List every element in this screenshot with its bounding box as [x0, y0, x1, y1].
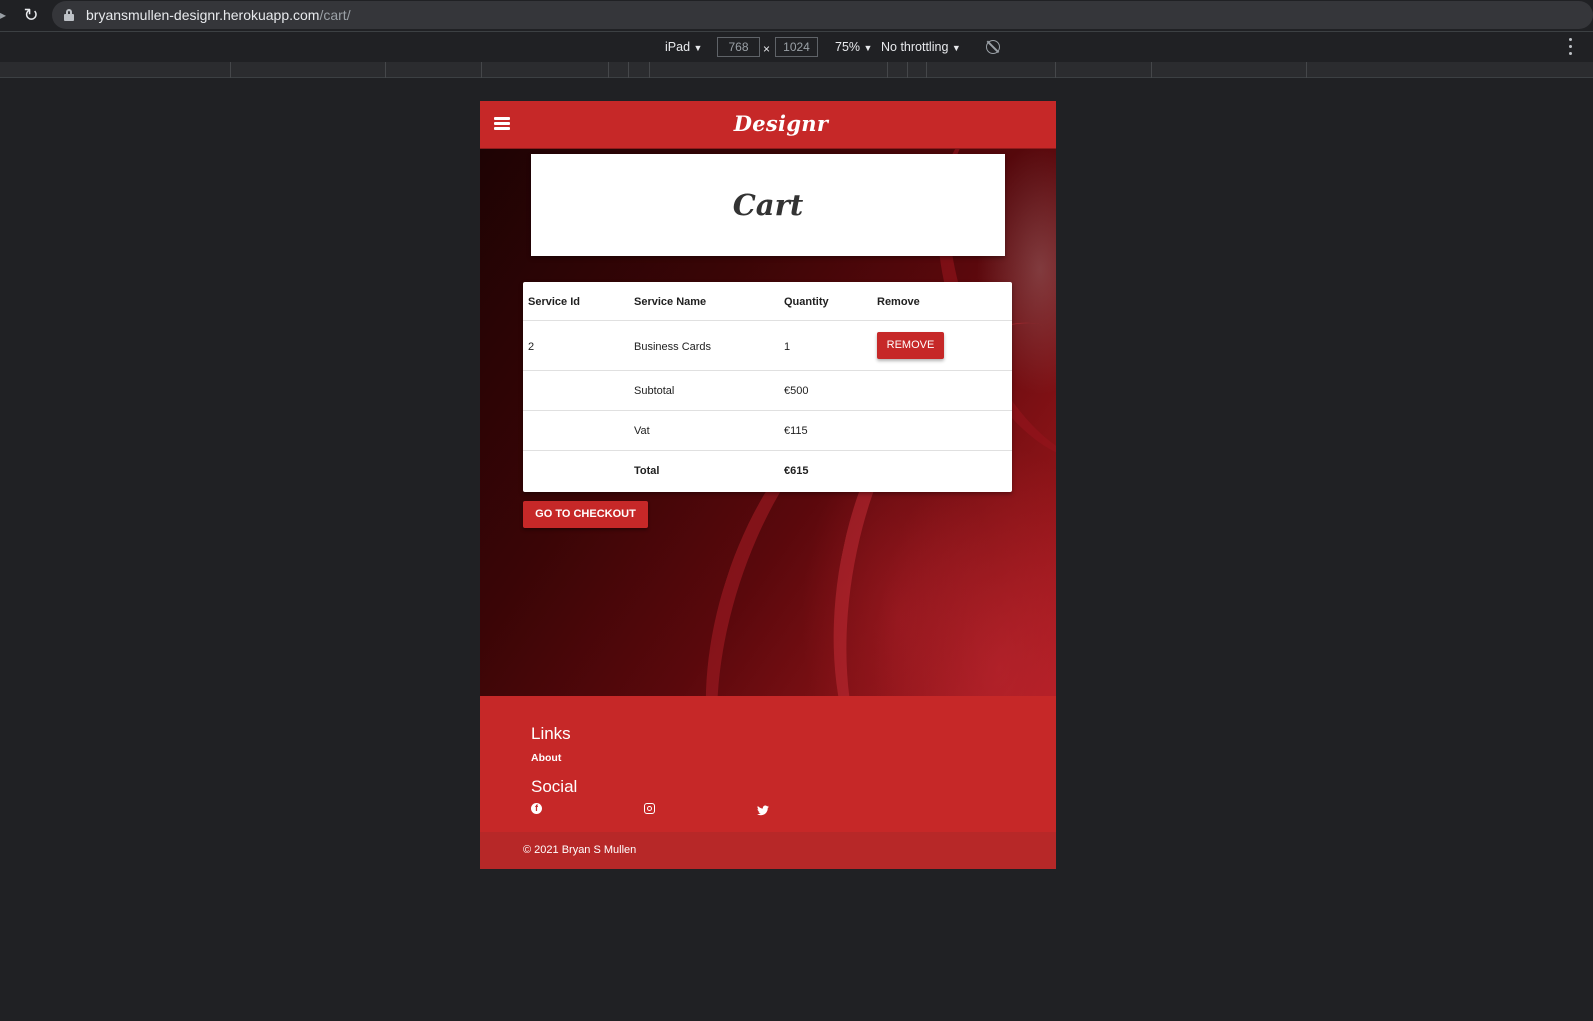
zoom-label: 75%: [835, 40, 861, 54]
facebook-icon[interactable]: f: [531, 803, 542, 814]
page-title-card: Cart: [531, 154, 1005, 256]
media-query-ruler[interactable]: [0, 62, 1593, 78]
footer-about-link[interactable]: About: [531, 752, 561, 764]
vat-value: €115: [784, 425, 808, 437]
instagram-icon[interactable]: [644, 803, 655, 814]
service-id-cell: 2: [528, 341, 535, 353]
chevron-down-icon: ▼: [693, 43, 703, 53]
subtotal-row: Subtotal €500: [523, 371, 1012, 411]
copyright-text: © 2021 Bryan S Mullen: [523, 844, 637, 856]
twitter-icon[interactable]: [757, 803, 769, 816]
total-value: €615: [784, 465, 809, 477]
lock-icon[interactable]: [64, 9, 74, 21]
chevron-down-icon: ▼: [951, 43, 961, 53]
url-text[interactable]: bryansmullen-designr.herokuapp.com/cart/: [86, 7, 351, 23]
url-path: /cart/: [319, 7, 351, 23]
chevron-down-icon: ▼: [863, 43, 873, 53]
site-navbar: Designr: [480, 101, 1056, 149]
site-footer: Links About Social f: [480, 696, 1056, 832]
device-label: iPad: [665, 40, 691, 54]
back-arrow-icon[interactable]: ▸: [0, 8, 10, 22]
throttling-label: No throttling: [881, 40, 949, 54]
more-options-icon[interactable]: [1567, 38, 1573, 56]
quantity-cell: 1: [784, 341, 791, 353]
go-to-checkout-button[interactable]: GO TO CHECKOUT: [523, 501, 648, 528]
brand-logo[interactable]: Designr: [480, 111, 1056, 136]
column-header-remove: Remove: [877, 296, 920, 308]
url-host: bryansmullen-designr.herokuapp.com: [86, 7, 320, 23]
device-select[interactable]: iPad ▼: [665, 40, 702, 54]
cart-table: Service Id Service Name Quantity Remove …: [523, 282, 1012, 492]
subtotal-label: Subtotal: [634, 385, 675, 397]
address-bar[interactable]: bryansmullen-designr.herokuapp.com/cart/: [52, 1, 1593, 29]
browser-url-bar: ▸ ↻ bryansmullen-designr.herokuapp.com/c…: [0, 0, 1593, 30]
reload-icon[interactable]: ↻: [20, 4, 42, 26]
total-label: Total: [634, 465, 660, 477]
remove-button[interactable]: REMOVE: [877, 332, 944, 359]
page-title: Cart: [732, 188, 804, 222]
vat-label: Vat: [634, 425, 650, 437]
device-viewport: Designr Cart Service Id Service Name Qua…: [480, 101, 1056, 869]
devtools-device-toolbar: iPad ▼ 768 × 1024 75% ▼ No throttling ▼: [0, 31, 1593, 62]
footer-copyright: © 2021 Bryan S Mullen: [480, 832, 1056, 869]
footer-links-heading: Links: [531, 724, 571, 743]
total-row: Total €615: [523, 451, 1012, 492]
column-header-service-id: Service Id: [528, 296, 580, 308]
viewport-height-input[interactable]: 1024: [775, 37, 818, 57]
subtotal-value: €500: [784, 385, 809, 397]
viewport-width-input[interactable]: 768: [717, 37, 760, 57]
footer-social-heading: Social: [531, 777, 578, 796]
rotate-icon[interactable]: [986, 40, 1000, 54]
throttling-select[interactable]: No throttling ▼: [881, 40, 961, 54]
service-name-cell: Business Cards: [634, 341, 712, 353]
table-row: 2 Business Cards 1 REMOVE: [523, 321, 1012, 371]
table-header-row: Service Id Service Name Quantity Remove: [523, 282, 1012, 321]
column-header-quantity: Quantity: [784, 296, 829, 308]
column-header-service-name: Service Name: [634, 296, 707, 308]
dimension-times-sign: ×: [763, 42, 771, 56]
vat-row: Vat €115: [523, 411, 1012, 451]
zoom-select[interactable]: 75% ▼: [835, 40, 872, 54]
